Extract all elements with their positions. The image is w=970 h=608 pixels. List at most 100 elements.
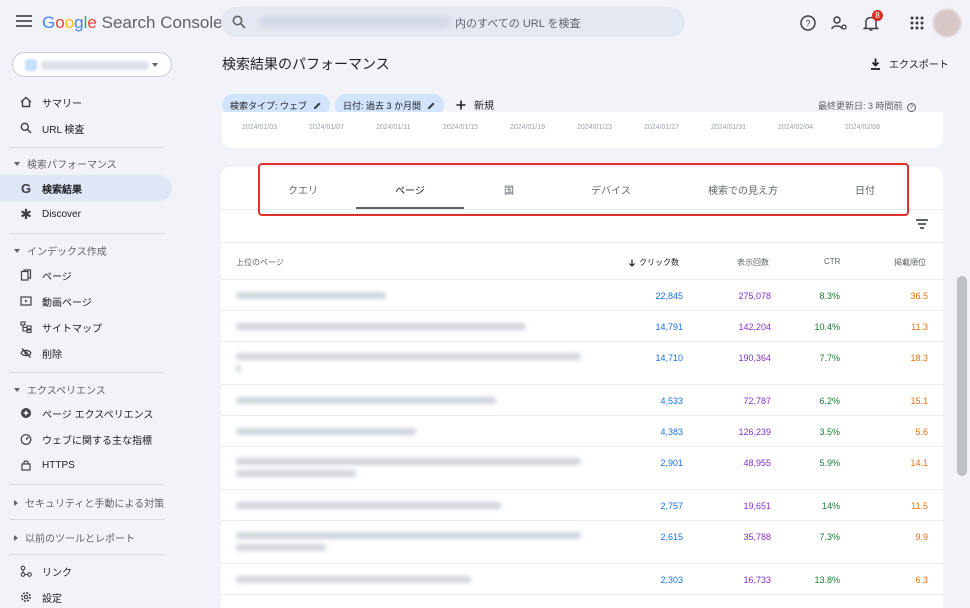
url-inspection-search[interactable]: 内のすべての URL を検査 [221,7,685,37]
row-divider [221,594,943,595]
sidebar-item-sitemaps[interactable]: サイトマップ [0,314,172,340]
apps-grid-icon[interactable] [908,14,926,32]
sidebar-item-core-web-vitals[interactable]: ウェブに関する主な指標 [0,426,172,452]
asterisk-icon: ✱ [20,205,32,222]
x-tick-label: 2024/01/15 [443,124,479,131]
ctr-value: 6.2% [819,396,840,406]
page-url-blurred[interactable] [236,544,326,551]
page-url-blurred[interactable] [236,397,496,404]
page-url-blurred[interactable] [236,458,581,465]
position-value: 11.5 [911,501,928,511]
sidebar-item-page-experience[interactable]: ページ エクスペリエンス [0,400,172,426]
collapse-icon [14,387,20,392]
expand-icon [14,534,18,541]
table-row[interactable]: 22,845 275,078 8.3% 36.5 [221,280,943,311]
sidebar-divider [10,372,165,373]
section-experience[interactable]: エクスペリエンス [14,382,106,397]
app-name: Search Console [101,13,223,32]
hamburger-menu-icon[interactable] [16,15,32,29]
page-url-blurred[interactable] [236,470,356,477]
section-indexing[interactable]: インデックス作成 [14,243,107,258]
table-row[interactable]: 2,901 48,955 5.9% 14.1 [221,447,943,490]
table-row[interactable]: 2,757 19,651 14% 11.5 [221,490,943,521]
position-value: 18.3 [910,353,928,363]
position-value: 9.9 [915,532,928,542]
page-url-blurred[interactable] [236,532,581,539]
table-row[interactable]: 14,791 142,204 10.4% 11.3 [221,311,943,342]
page-url-blurred[interactable] [236,353,581,360]
sidebar-item-pages[interactable]: ページ [0,262,172,288]
section-search-performance[interactable]: 検索パフォーマンス [14,156,117,171]
svg-text:?: ? [805,19,810,29]
x-tick-label: 2024/01/19 [510,124,546,131]
column-header-position[interactable]: 掲載順位 [894,257,926,268]
impressions-value: 72,787 [743,396,771,406]
page-url-blurred[interactable] [236,365,241,372]
section-security[interactable]: セキュリティと手動による対策 [14,495,164,510]
user-settings-icon[interactable] [830,14,848,32]
table-row[interactable]: 4,533 72,787 6.2% 15.1 [221,385,943,416]
clicks-value: 4,383 [660,427,683,437]
edit-pencil-icon[interactable] [313,101,322,110]
position-value: 36.5 [910,291,928,301]
page-url-blurred[interactable] [236,502,501,509]
clicks-value: 14,791 [655,322,683,332]
column-header-ctr[interactable]: CTR [824,257,840,266]
scrollbar-thumb[interactable] [957,276,967,476]
search-placeholder: 内のすべての URL を検査 [455,18,581,30]
property-url-blurred [259,16,451,28]
sidebar-item-settings[interactable]: 設定 [0,584,172,608]
sidebar-item-https[interactable]: HTTPS [0,452,172,478]
sidebar-item-removals[interactable]: 削除 [0,340,172,366]
column-header-clicks[interactable]: クリック数 [628,257,679,268]
page-url-blurred[interactable] [236,428,416,435]
sidebar-item-video-pages[interactable]: 動画ページ [0,288,172,314]
export-button[interactable]: エクスポート [870,56,949,71]
visibility-off-icon [19,346,33,360]
ctr-value: 10.4% [814,322,840,332]
ctr-value: 7.7% [819,353,840,363]
table-row[interactable]: 4,383 126,239 3.5% 5.6 [221,416,943,447]
sidebar: サマリー URL 検査 検索パフォーマンス G 検索結果 ✱ Discover … [0,46,185,608]
account-avatar[interactable] [933,9,961,37]
sidebar-item-links[interactable]: リンク [0,558,172,584]
sidebar-item-summary[interactable]: サマリー [0,89,172,115]
section-legacy-tools[interactable]: 以前のツールとレポート [14,530,135,545]
impressions-value: 190,364 [738,353,771,363]
x-tick-label: 2024/01/11 [376,124,411,131]
ctr-value: 3.5% [819,427,840,437]
help-icon[interactable]: ? [799,14,817,32]
add-filter-button[interactable]: 新規 [456,97,494,112]
column-header-impressions[interactable]: 表示回数 [737,257,769,268]
x-tick-label: 2024/01/23 [577,124,613,131]
sitemap-icon [19,320,33,334]
info-icon[interactable]: ? [907,103,917,112]
position-value: 5.6 [915,427,928,437]
page-url-blurred[interactable] [236,576,471,583]
position-value: 6.3 [915,575,928,585]
sidebar-item-discover[interactable]: ✱ Discover [0,201,172,227]
edit-pencil-icon[interactable] [427,101,436,110]
property-selector[interactable] [12,52,172,77]
sidebar-divider [10,147,165,148]
pages-icon [19,268,33,282]
table-row[interactable]: 14,710 190,364 7.7% 18.3 [221,342,943,385]
table-row[interactable]: 2,303 16,733 13.8% 6.3 [221,564,943,595]
app-logo[interactable]: Google Search Console [42,13,223,33]
page-url-blurred[interactable] [236,323,526,330]
sidebar-divider [10,484,165,485]
notifications-button[interactable]: 8 [862,10,883,32]
collapse-icon [14,161,20,166]
page-title: 検索結果のパフォーマンス [222,56,390,72]
position-value: 14.1 [910,458,928,468]
table-row[interactable]: 2,615 35,788 7.3% 9.9 [221,521,943,564]
sidebar-item-url-inspection[interactable]: URL 検査 [0,115,172,141]
filter-rows-icon[interactable] [916,219,928,229]
ctr-value: 5.9% [819,458,840,468]
sidebar-divider [10,519,165,520]
page-url-blurred[interactable] [236,292,386,299]
clicks-value: 2,615 [660,532,683,542]
arrow-down-icon [629,259,635,267]
sidebar-item-search-results[interactable]: G 検索結果 [0,175,172,201]
gauge-icon [19,432,33,446]
